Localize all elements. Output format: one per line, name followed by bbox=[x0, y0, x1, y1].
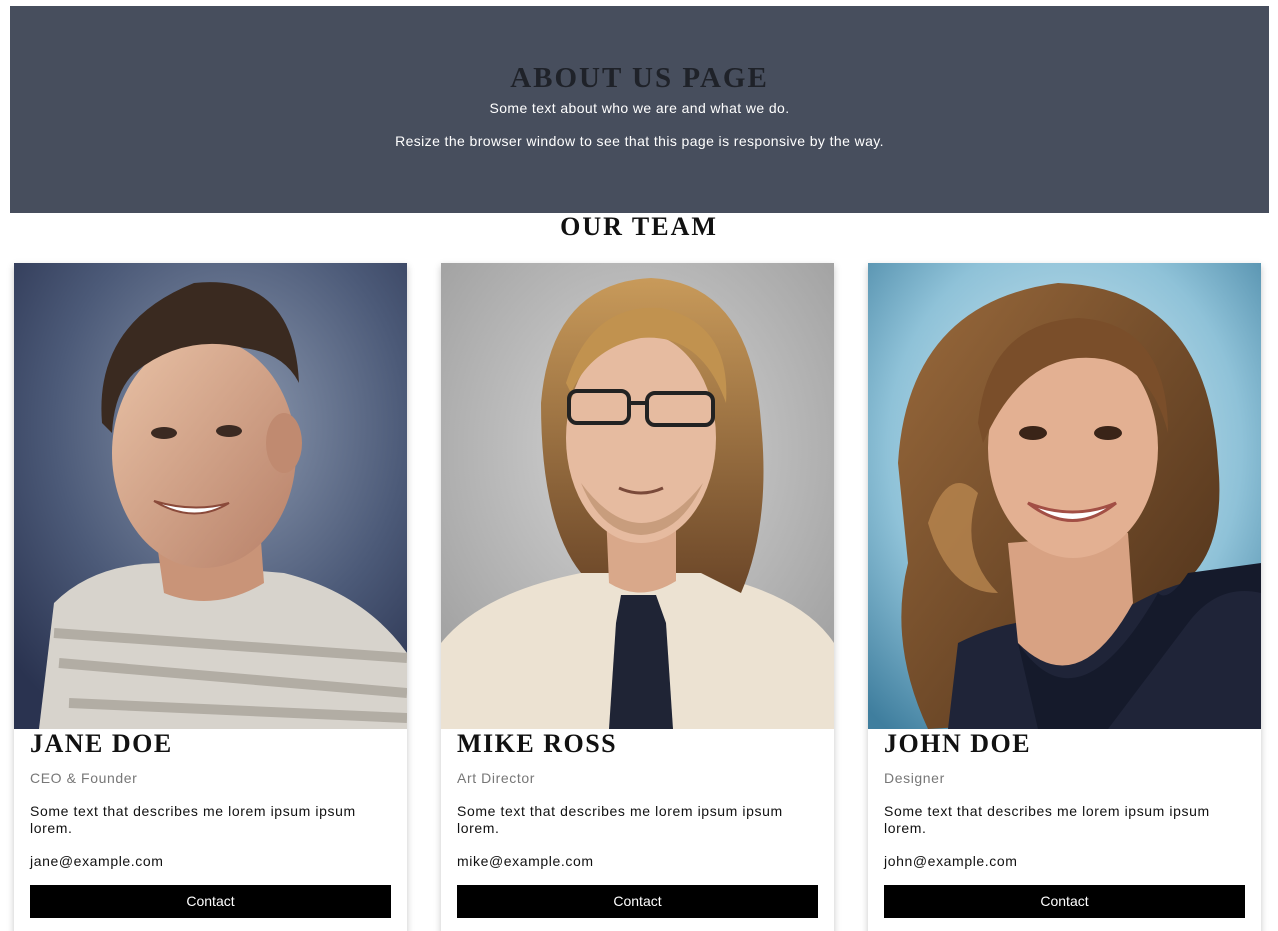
portrait-image bbox=[14, 263, 407, 729]
member-photo-john bbox=[868, 263, 1261, 729]
team-card-jane: JANE DOE CEO & Founder Some text that de… bbox=[14, 263, 407, 931]
member-description: Some text that describes me lorem ipsum … bbox=[30, 803, 356, 836]
member-email: john@example.com bbox=[884, 853, 1018, 869]
contact-button-jane[interactable]: Contact bbox=[30, 885, 391, 918]
member-email: jane@example.com bbox=[30, 853, 164, 869]
portrait-image bbox=[868, 263, 1261, 729]
team-card-john: JOHN DOE Designer Some text that describ… bbox=[868, 263, 1261, 931]
page-title: ABOUT US PAGE bbox=[510, 62, 769, 94]
contact-button-mike[interactable]: Contact bbox=[457, 885, 818, 918]
member-role: Designer bbox=[884, 770, 945, 786]
about-banner: ABOUT US PAGE Some text about who we are… bbox=[10, 6, 1269, 213]
member-name: JANE DOE bbox=[30, 729, 173, 758]
member-description: Some text that describes me lorem ipsum … bbox=[457, 803, 783, 836]
member-name: JOHN DOE bbox=[884, 729, 1032, 758]
about-text-line-1: Some text about who we are and what we d… bbox=[489, 100, 790, 116]
team-heading: OUR TEAM bbox=[560, 212, 718, 241]
team-card-mike: MIKE ROSS Art Director Some text that de… bbox=[441, 263, 834, 931]
about-text-line-2: Resize the browser window to see that th… bbox=[395, 133, 884, 149]
portrait-image bbox=[441, 263, 834, 729]
member-email: mike@example.com bbox=[457, 853, 594, 869]
member-name: MIKE ROSS bbox=[457, 729, 618, 758]
member-role: Art Director bbox=[457, 770, 535, 786]
member-photo-jane bbox=[14, 263, 407, 729]
member-photo-mike bbox=[441, 263, 834, 729]
contact-button-john[interactable]: Contact bbox=[884, 885, 1245, 918]
member-description: Some text that describes me lorem ipsum … bbox=[884, 803, 1210, 836]
member-role: CEO & Founder bbox=[30, 770, 138, 786]
